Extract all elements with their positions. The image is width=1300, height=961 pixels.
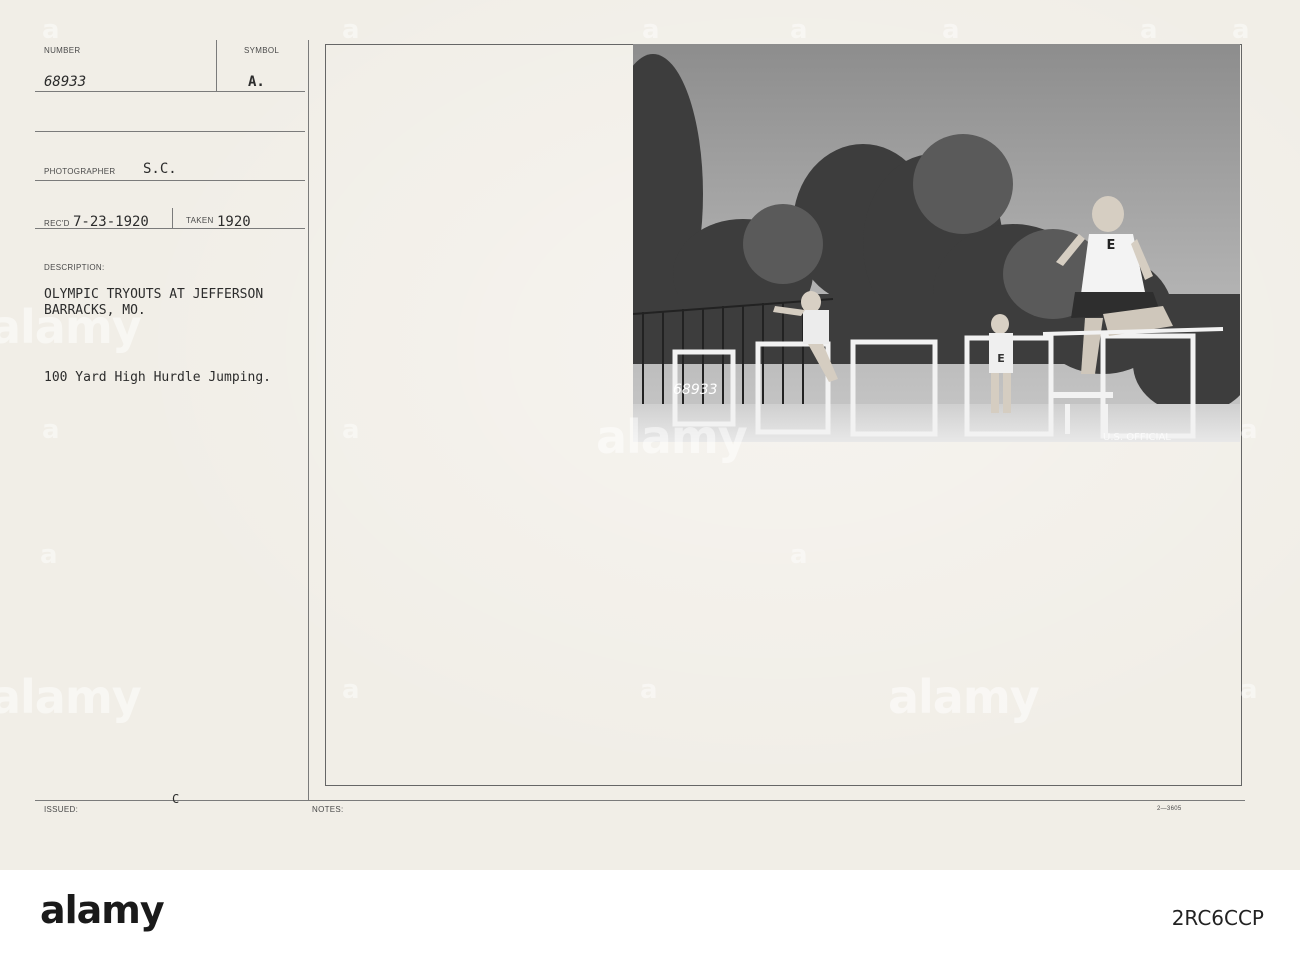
watermark-logo: alamy (888, 670, 1040, 724)
photographer-label: PHOTOGRAPHER (44, 167, 116, 176)
watermark-logo: alamy (0, 670, 142, 724)
recd-date: 7-23-1920 (73, 214, 149, 230)
watermark-a: a (40, 540, 58, 570)
watermark-footer (0, 870, 1300, 961)
taken-year: 1920 (217, 214, 251, 230)
watermark-a: a (42, 415, 60, 445)
taken-label: TAKEN (186, 216, 214, 225)
rule-header-bottom (35, 131, 305, 132)
divider-column (308, 40, 309, 800)
archival-record-card: NUMBER 68933 SYMBOL A. PHOTOGRAPHER S.C.… (0, 0, 1300, 870)
watermark-a: a (1240, 415, 1258, 445)
photographer-value: S.C. (143, 161, 177, 177)
issued-label: ISSUED: (44, 805, 79, 814)
negative-number: 68933 (673, 382, 718, 398)
divider-recd-taken (172, 208, 173, 229)
issued-mark: C (172, 792, 180, 806)
watermark-logo: alamy (0, 300, 142, 354)
rule-photographer (35, 180, 305, 181)
watermark-logo: alamy (596, 410, 748, 464)
watermark-a: a (342, 415, 360, 445)
symbol-label: SYMBOL (244, 46, 280, 55)
watermark-a: a (642, 15, 660, 45)
rule-footer (35, 800, 1245, 801)
watermark-a: a (640, 675, 658, 705)
official-stamp: U.S. OFFICIAL (1103, 432, 1171, 442)
watermark-a: a (42, 15, 60, 45)
divider-number-symbol (216, 40, 217, 92)
watermark-a: a (790, 540, 808, 570)
watermark-a: a (1140, 15, 1158, 45)
watermark-a: a (1232, 15, 1250, 45)
watermark-a: a (942, 15, 960, 45)
hurdle-photograph: E E 68933 U.S. OFFICIAL (633, 44, 1240, 442)
photo-caption: 100 Yard High Hurdle Jumping. (44, 370, 271, 385)
number-label: NUMBER (44, 46, 81, 55)
jersey-letter-hurdler: E (1107, 238, 1116, 253)
watermark-a: a (790, 15, 808, 45)
rule-number (35, 91, 305, 92)
alamy-image-id: 2RC6CCP (1171, 906, 1264, 930)
recd-label: REC'D (44, 219, 70, 228)
hurdle-scene: E E 68933 U.S. OFFICIAL (633, 44, 1240, 442)
jersey-letter: E (997, 352, 1005, 365)
watermark-a: a (1240, 675, 1258, 705)
watermark-a: a (342, 675, 360, 705)
record-number: 68933 (44, 74, 87, 90)
alamy-logo: alamy (40, 888, 165, 932)
notes-label: NOTES: (312, 805, 344, 814)
symbol-value: A. (248, 74, 265, 90)
description-label: DESCRIPTION: (44, 263, 105, 272)
watermark-a: a (342, 15, 360, 45)
form-number: 2—3605 (1157, 806, 1182, 812)
